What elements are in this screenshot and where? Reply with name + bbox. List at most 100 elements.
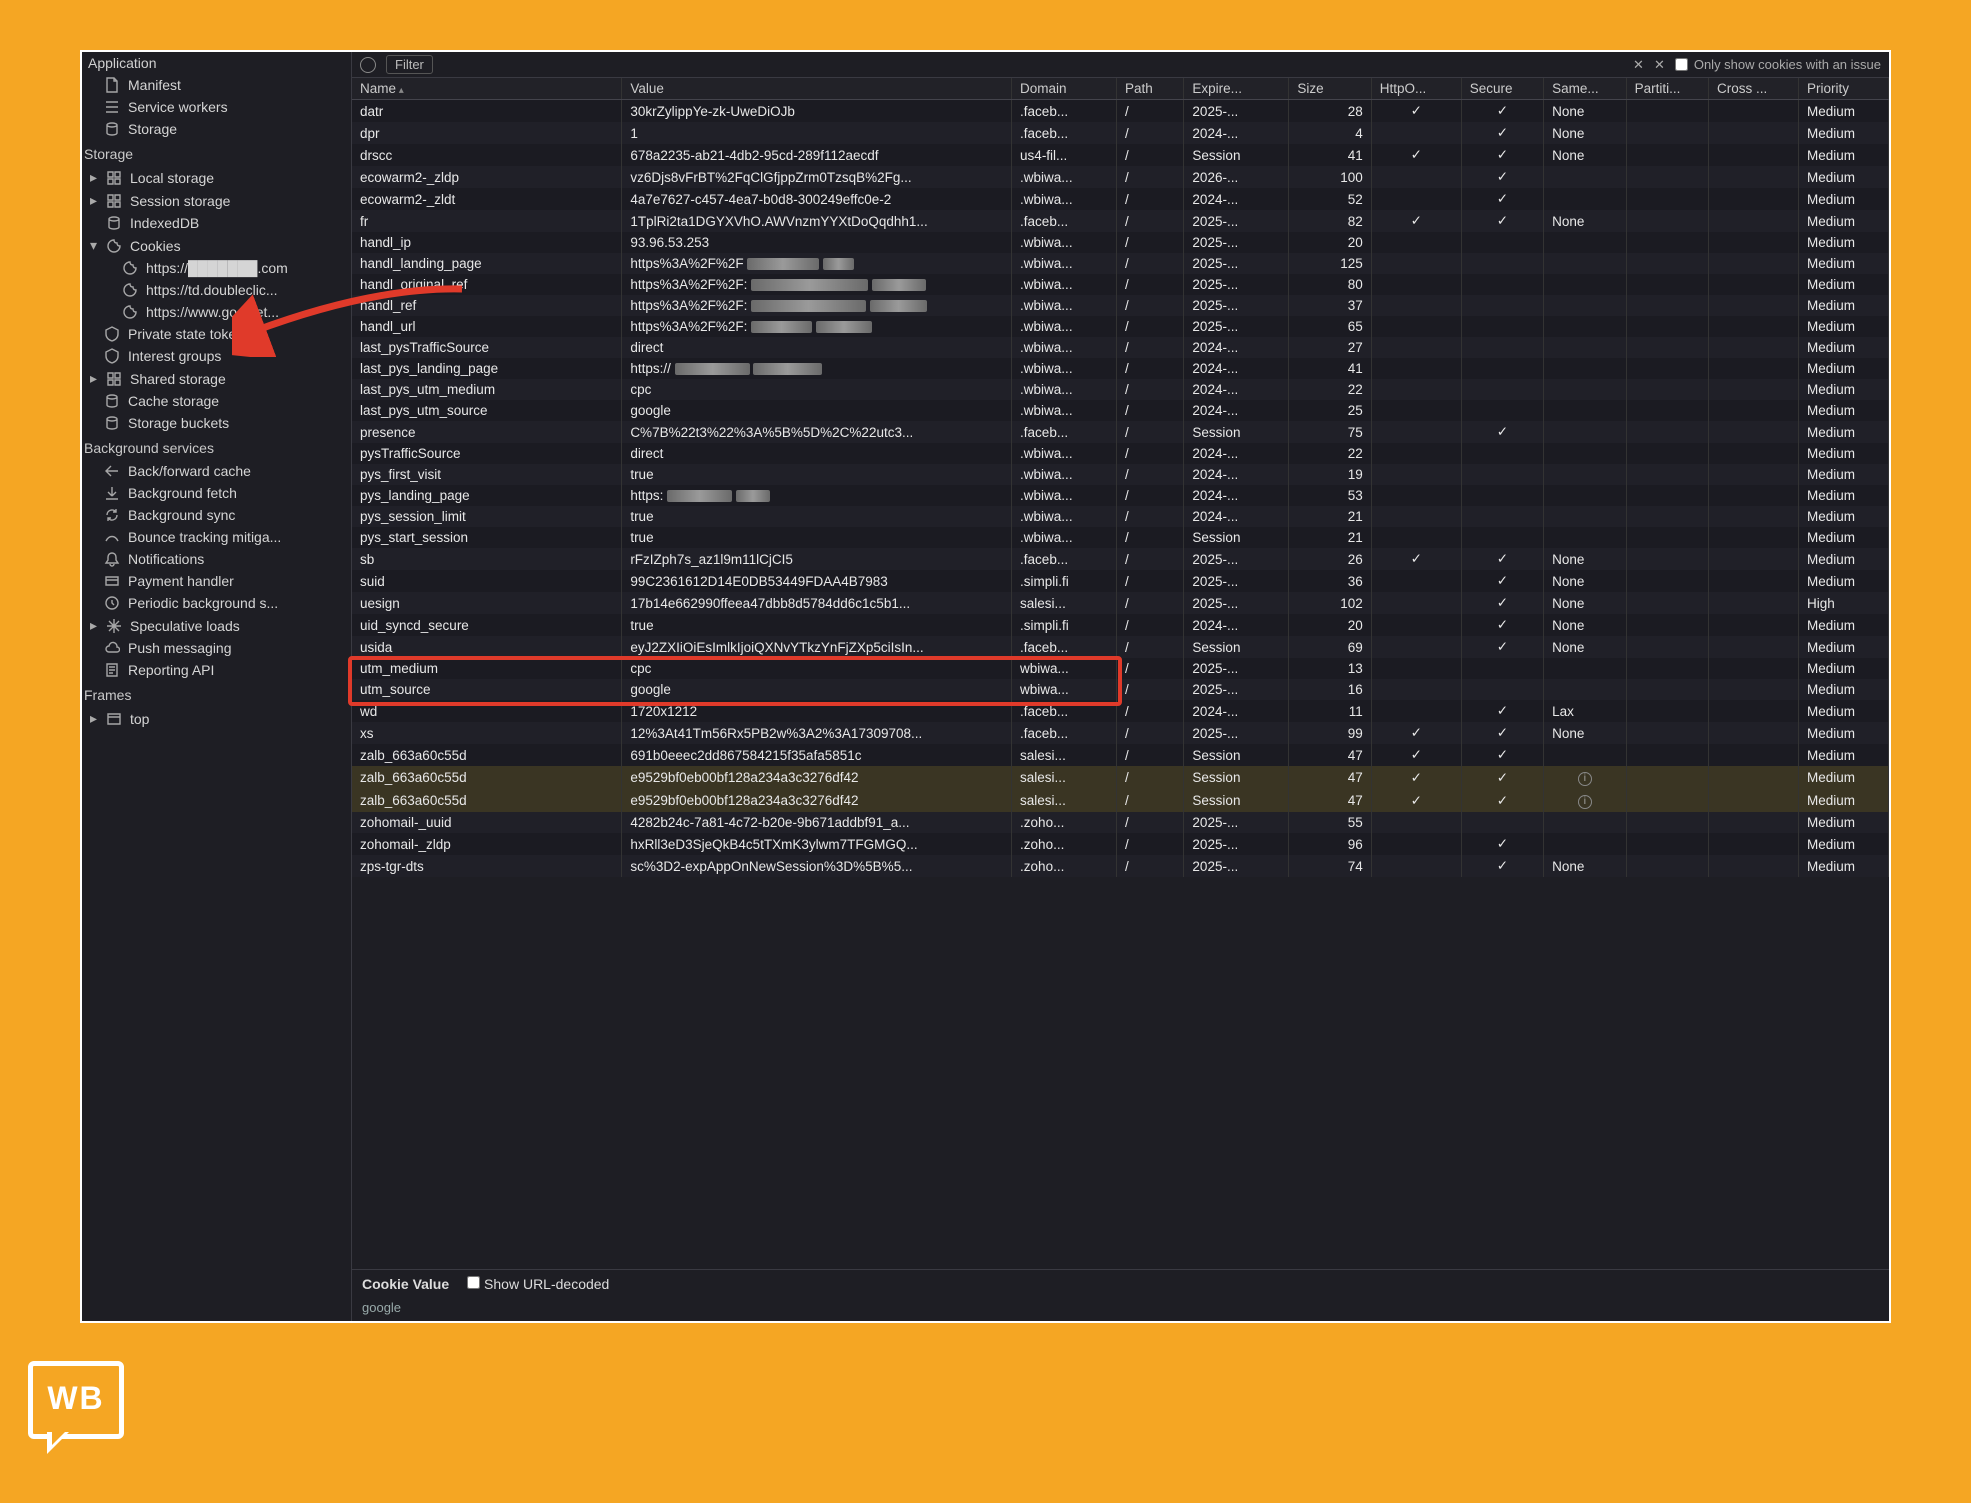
table-row[interactable]: xs12%3At41Tm56Rx5PB2w%3A2%3A17309708....… — [352, 722, 1889, 744]
sidebar-item[interactable]: ▸Shared storage — [82, 367, 351, 390]
disclosure-triangle-icon[interactable]: ▸ — [90, 617, 98, 634]
cell — [1709, 100, 1799, 123]
sidebar-item[interactable]: Reporting API — [82, 659, 351, 681]
sidebar-item[interactable]: Manifest — [82, 74, 351, 96]
sidebar-item[interactable]: Service workers — [82, 96, 351, 118]
column-header[interactable]: HttpO... — [1371, 78, 1461, 100]
sidebar-item[interactable]: Background sync — [82, 504, 351, 526]
sidebar-item[interactable]: IndexedDB — [82, 212, 351, 234]
table-row[interactable]: utm_mediumcpcwbiwa.../2025-...13Medium — [352, 658, 1889, 679]
sidebar-item[interactable]: ▸Speculative loads — [82, 614, 351, 637]
table-row[interactable]: handl_ip93.96.53.253.wbiwa.../2025-...20… — [352, 232, 1889, 253]
filter-input[interactable]: Filter — [386, 55, 433, 74]
sidebar-item[interactable]: Storage buckets — [82, 412, 351, 434]
only-issues-checkbox[interactable] — [1675, 58, 1688, 71]
sidebar-item[interactable]: https://███████.com — [82, 257, 351, 279]
column-header[interactable]: Partiti... — [1626, 78, 1708, 100]
only-issues-toggle[interactable]: Only show cookies with an issue — [1675, 57, 1881, 72]
table-row[interactable]: ecowarm2-_zldpvz6Djs8vFrBT%2FqClGfjppZrm… — [352, 166, 1889, 188]
table-row[interactable]: zalb_663a60c55de9529bf0eb00bf128a234a3c3… — [352, 789, 1889, 812]
table-row[interactable]: handl_landing_pagehttps%3A%2F%2F .wbiwa.… — [352, 253, 1889, 274]
table-row[interactable]: handl_original_refhttps%3A%2F%2F: .wbiwa… — [352, 274, 1889, 295]
table-row[interactable]: last_pysTrafficSourcedirect.wbiwa.../202… — [352, 337, 1889, 358]
clear-all-icon[interactable]: ✕ — [1654, 57, 1665, 73]
table-header-row[interactable]: NameValueDomainPathExpire...SizeHttpO...… — [352, 78, 1889, 100]
cell — [1709, 166, 1799, 188]
cell: 52 — [1289, 188, 1371, 210]
table-row[interactable]: zalb_663a60c55d691b0eeec2dd867584215f35a… — [352, 744, 1889, 766]
table-row[interactable]: datr30krZylippYe-zk-UweDiOJb.faceb.../20… — [352, 100, 1889, 123]
clear-filter-icon[interactable]: ✕ — [1633, 57, 1644, 73]
column-header[interactable]: Secure — [1461, 78, 1543, 100]
table-row[interactable]: wd1720x1212.faceb.../2024-...11✓LaxMediu… — [352, 700, 1889, 722]
sidebar-item[interactable]: Bounce tracking mitiga... — [82, 526, 351, 548]
table-row[interactable]: uid_syncd_securetrue.simpli.fi/2024-...2… — [352, 614, 1889, 636]
table-row[interactable]: handl_urlhttps%3A%2F%2F: .wbiwa.../2025-… — [352, 316, 1889, 337]
url-decoded-checkbox[interactable] — [467, 1276, 480, 1289]
table-row[interactable]: dpr1.faceb.../2024-...4✓NoneMedium — [352, 122, 1889, 144]
cell: google — [622, 679, 1012, 700]
column-header[interactable]: Priority — [1798, 78, 1888, 100]
sidebar-item[interactable]: Background fetch — [82, 482, 351, 504]
cell: Medium — [1798, 400, 1888, 421]
sidebar-item[interactable]: ▸Local storage — [82, 166, 351, 189]
table-row[interactable]: ecowarm2-_zldt4a7e7627-c457-4ea7-b0d8-30… — [352, 188, 1889, 210]
sidebar-item[interactable]: ▾Cookies — [82, 234, 351, 257]
disclosure-triangle-icon[interactable]: ▾ — [90, 237, 98, 254]
sidebar-item[interactable]: Private state tokens — [82, 323, 351, 345]
column-header[interactable]: Path — [1116, 78, 1183, 100]
cookies-table-wrap[interactable]: NameValueDomainPathExpire...SizeHttpO...… — [352, 78, 1889, 1269]
table-row[interactable]: zalb_663a60c55de9529bf0eb00bf128a234a3c3… — [352, 766, 1889, 789]
column-header[interactable]: Name — [352, 78, 622, 100]
sidebar-item[interactable]: Back/forward cache — [82, 460, 351, 482]
table-row[interactable]: last_pys_utm_sourcegoogle.wbiwa.../2024-… — [352, 400, 1889, 421]
cell: handl_ref — [352, 295, 622, 316]
column-header[interactable]: Domain — [1012, 78, 1117, 100]
table-row[interactable]: last_pys_utm_mediumcpc.wbiwa.../2024-...… — [352, 379, 1889, 400]
cell — [1709, 570, 1799, 592]
column-header[interactable]: Expire... — [1184, 78, 1289, 100]
sidebar-item[interactable]: Interest groups — [82, 345, 351, 367]
cell: eyJ2ZXIiOiEsImlkIjoiQXNvYTkzYnFjZXp5ciIs… — [622, 636, 1012, 658]
table-row[interactable]: pys_session_limittrue.wbiwa.../2024-...2… — [352, 506, 1889, 527]
table-row[interactable]: handl_refhttps%3A%2F%2F: .wbiwa.../2025-… — [352, 295, 1889, 316]
sidebar-item[interactable]: Payment handler — [82, 570, 351, 592]
sidebar-item[interactable]: https://td.doubleclic... — [82, 279, 351, 301]
column-header[interactable]: Cross ... — [1709, 78, 1799, 100]
disclosure-triangle-icon[interactable]: ▸ — [90, 169, 98, 186]
table-row[interactable]: uesign17b14e662990ffeea47dbb8d5784dd6c1c… — [352, 592, 1889, 614]
cell: .zoho... — [1012, 855, 1117, 877]
sidebar-item[interactable]: ▸Session storage — [82, 189, 351, 212]
table-row[interactable]: fr1TplRi2ta1DGYXVhO.AWVnzmYYXtDoQqdhh1..… — [352, 210, 1889, 232]
table-row[interactable]: presenceC%7B%22t3%22%3A%5B%5D%2C%22utc3.… — [352, 421, 1889, 443]
table-row[interactable]: pys_landing_pagehttps: .wbiwa.../2024-..… — [352, 485, 1889, 506]
sidebar-item[interactable]: Push messaging — [82, 637, 351, 659]
table-row[interactable]: pysTrafficSourcedirect.wbiwa.../2024-...… — [352, 443, 1889, 464]
sidebar-item[interactable]: https://www.googlet... — [82, 301, 351, 323]
sidebar-item[interactable]: Periodic background s... — [82, 592, 351, 614]
disclosure-triangle-icon[interactable]: ▸ — [90, 710, 98, 727]
table-row[interactable]: sbrFzIZph7s_az1l9m11lCjCI5.faceb.../2025… — [352, 548, 1889, 570]
disclosure-triangle-icon[interactable]: ▸ — [90, 192, 98, 209]
table-row[interactable]: zohomail-_uuid4282b24c-7a81-4c72-b20e-9b… — [352, 812, 1889, 833]
refresh-icon[interactable] — [360, 57, 376, 73]
sidebar-item[interactable]: Storage — [82, 118, 351, 140]
table-row[interactable]: last_pys_landing_pagehttps:// .wbiwa.../… — [352, 358, 1889, 379]
table-row[interactable]: drscc678a2235-ab21-4db2-95cd-289f112aecd… — [352, 144, 1889, 166]
table-row[interactable]: zps-tgr-dtssc%3D2-expAppOnNewSession%3D%… — [352, 855, 1889, 877]
column-header[interactable]: Value — [622, 78, 1012, 100]
url-decoded-toggle[interactable]: Show URL-decoded — [467, 1276, 609, 1292]
table-row[interactable]: zohomail-_zldphxRll3eD3SjeQkB4c5tTXmK3yl… — [352, 833, 1889, 855]
sidebar-item[interactable]: ▸top — [82, 707, 351, 730]
table-row[interactable]: utm_sourcegooglewbiwa.../2025-...16Mediu… — [352, 679, 1889, 700]
table-row[interactable]: usidaeyJ2ZXIiOiEsImlkIjoiQXNvYTkzYnFjZXp… — [352, 636, 1889, 658]
column-header[interactable]: Same... — [1544, 78, 1626, 100]
disclosure-triangle-icon[interactable]: ▸ — [90, 370, 98, 387]
cell — [1461, 485, 1543, 506]
table-row[interactable]: pys_first_visittrue.wbiwa.../2024-...19M… — [352, 464, 1889, 485]
column-header[interactable]: Size — [1289, 78, 1371, 100]
sidebar-item[interactable]: Notifications — [82, 548, 351, 570]
table-row[interactable]: suid99C2361612D14E0DB53449FDAA4B7983.sim… — [352, 570, 1889, 592]
table-row[interactable]: pys_start_sessiontrue.wbiwa.../Session21… — [352, 527, 1889, 548]
sidebar-item[interactable]: Cache storage — [82, 390, 351, 412]
